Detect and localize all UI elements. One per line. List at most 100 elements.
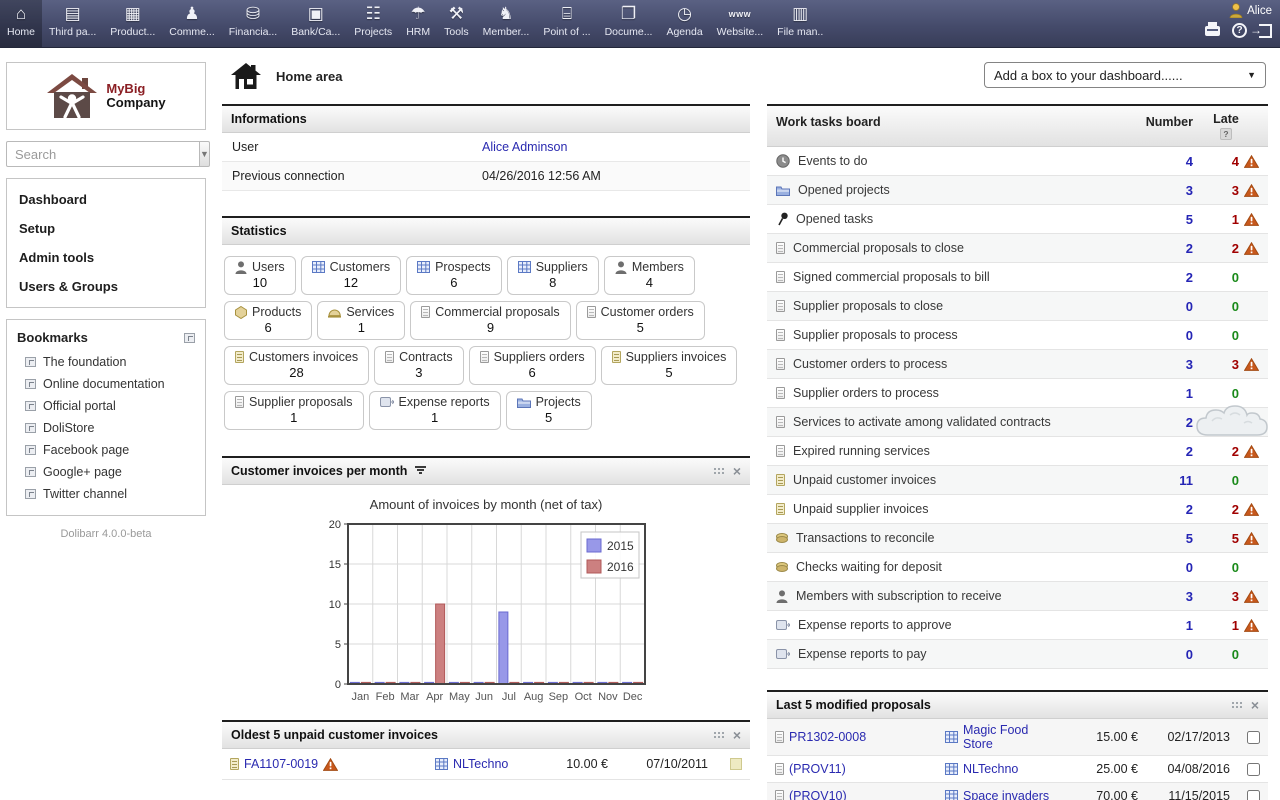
nav-item-third-pa-[interactable]: ▤Third pa... — [42, 0, 103, 47]
work-task-label[interactable]: Signed commercial proposals to bill — [776, 270, 1141, 284]
stat-box-suppliers-orders[interactable]: Suppliers orders6 — [469, 346, 596, 385]
work-task-number[interactable]: 2 — [1141, 241, 1193, 256]
work-task-label[interactable]: Unpaid customer invoices — [776, 473, 1141, 487]
nav-item-comme-[interactable]: ♟Comme... — [162, 0, 222, 47]
proposal-checkbox[interactable] — [1247, 790, 1260, 800]
stat-box-prospects[interactable]: Prospects6 — [406, 256, 502, 295]
work-task-label[interactable]: Expense reports to pay — [776, 647, 1141, 661]
help-icon[interactable]: ? — [1232, 23, 1247, 38]
proposal-ref-link[interactable]: (PROV11) — [789, 762, 846, 776]
nav-item-bank-ca-[interactable]: ▣Bank/Ca... — [284, 0, 347, 47]
bookmark-item[interactable]: The foundation — [15, 351, 197, 373]
work-task-number[interactable]: 3 — [1141, 183, 1193, 198]
stat-box-customers-invoices[interactable]: Customers invoices28 — [224, 346, 369, 385]
logout-icon[interactable] — [1259, 24, 1272, 38]
work-task-number[interactable]: 4 — [1141, 154, 1193, 169]
sidebar-item-setup[interactable]: Setup — [7, 214, 205, 243]
work-task-number[interactable]: 3 — [1141, 357, 1193, 372]
move-box-handle-icon[interactable] — [713, 731, 725, 740]
work-task-number[interactable]: 3 — [1141, 589, 1193, 604]
work-task-label[interactable]: Customer orders to process — [776, 357, 1141, 371]
work-task-label[interactable]: Checks waiting for deposit — [776, 560, 1141, 574]
nav-item-hrm[interactable]: ☂HRM — [399, 0, 437, 47]
nav-item-member-[interactable]: ♞Member... — [476, 0, 537, 47]
close-box-icon[interactable]: × — [733, 466, 741, 476]
stat-box-products[interactable]: Products6 — [224, 301, 312, 340]
nav-item-financia-[interactable]: ⛁Financia... — [222, 0, 284, 47]
stat-box-users[interactable]: Users10 — [224, 256, 296, 295]
stat-box-commercial-proposals[interactable]: Commercial proposals9 — [410, 301, 570, 340]
work-task-label[interactable]: Supplier orders to process — [776, 386, 1141, 400]
company-link[interactable]: Magic Food Store — [963, 723, 1058, 751]
stat-box-suppliers-invoices[interactable]: Suppliers invoices5 — [601, 346, 738, 385]
info-value[interactable]: Alice Adminson — [482, 140, 567, 154]
sidebar-item-admin-tools[interactable]: Admin tools — [7, 243, 205, 272]
nav-item-file-man-[interactable]: ▥File man.. — [770, 0, 830, 47]
stat-box-supplier-proposals[interactable]: Supplier proposals1 — [224, 391, 364, 430]
proposal-checkbox[interactable] — [1247, 731, 1260, 744]
work-task-number[interactable]: 1 — [1141, 618, 1193, 633]
work-task-number[interactable]: 2 — [1141, 415, 1193, 430]
printer-icon[interactable] — [1205, 26, 1220, 36]
work-task-label[interactable]: Commercial proposals to close — [776, 241, 1141, 255]
proposal-ref-link[interactable]: PR1302-0008 — [789, 730, 866, 744]
work-task-number[interactable]: 0 — [1141, 560, 1193, 575]
stat-box-expense-reports[interactable]: Expense reports1 — [369, 391, 501, 430]
search-input[interactable] — [6, 141, 200, 167]
filter-icon[interactable] — [415, 466, 426, 475]
work-task-number[interactable]: 0 — [1141, 647, 1193, 662]
stat-box-contracts[interactable]: Contracts3 — [374, 346, 464, 385]
bookmark-item[interactable]: Official portal — [15, 395, 197, 417]
stat-box-customer-orders[interactable]: Customer orders5 — [576, 301, 705, 340]
work-task-number[interactable]: 2 — [1141, 502, 1193, 517]
work-task-label[interactable]: Supplier proposals to process — [776, 328, 1141, 342]
work-task-number[interactable]: 2 — [1141, 270, 1193, 285]
nav-item-product-[interactable]: ▦Product... — [103, 0, 162, 47]
bookmark-item[interactable]: Twitter channel — [15, 483, 197, 505]
work-task-number[interactable]: 11 — [1141, 473, 1193, 488]
work-task-label[interactable]: Events to do — [776, 154, 1141, 168]
sidebar-item-dashboard[interactable]: Dashboard — [7, 185, 205, 214]
work-task-number[interactable]: 2 — [1141, 444, 1193, 459]
stat-box-suppliers[interactable]: Suppliers8 — [507, 256, 599, 295]
add-bookmark-icon[interactable] — [184, 333, 195, 343]
bookmark-item[interactable]: Online documentation — [15, 373, 197, 395]
work-task-label[interactable]: Services to activate among validated con… — [776, 415, 1141, 429]
logged-user[interactable]: Alice — [1229, 3, 1272, 18]
work-task-label[interactable]: Supplier proposals to close — [776, 299, 1141, 313]
invoice-ref-link[interactable]: FA1107-0019 — [244, 757, 318, 771]
search-dropdown-button[interactable]: ▼ — [200, 141, 210, 167]
bookmark-item[interactable]: Facebook page — [15, 439, 197, 461]
work-task-label[interactable]: Members with subscription to receive — [776, 589, 1141, 603]
work-task-label[interactable]: Expense reports to approve — [776, 618, 1141, 632]
nav-item-point-of-[interactable]: ⌸Point of ... — [536, 0, 597, 47]
stat-box-customers[interactable]: Customers12 — [301, 256, 401, 295]
bookmark-item[interactable]: DoliStore — [15, 417, 197, 439]
work-task-label[interactable]: Opened tasks — [776, 212, 1141, 226]
add-box-dropdown[interactable]: Add a box to your dashboard...... ▼ — [984, 62, 1266, 88]
work-task-label[interactable]: Opened projects — [776, 183, 1141, 197]
nav-item-website-[interactable]: wwwWebsite... — [710, 0, 771, 47]
work-task-label[interactable]: Transactions to reconcile — [776, 531, 1141, 545]
late-help-icon[interactable]: ? — [1220, 128, 1232, 140]
company-link[interactable]: NLTechno — [453, 757, 508, 771]
company-link[interactable]: NLTechno — [963, 762, 1018, 776]
stat-box-projects[interactable]: Projects5 — [506, 391, 592, 430]
close-box-icon[interactable]: × — [733, 730, 741, 740]
nav-item-projects[interactable]: ☷Projects — [347, 0, 399, 47]
work-task-label[interactable]: Expired running services — [776, 444, 1141, 458]
work-task-number[interactable]: 0 — [1141, 299, 1193, 314]
work-task-label[interactable]: Unpaid supplier invoices — [776, 502, 1141, 516]
company-link[interactable]: Space invaders — [963, 789, 1049, 800]
nav-item-home[interactable]: ⌂Home — [0, 0, 42, 47]
work-task-number[interactable]: 1 — [1141, 386, 1193, 401]
proposal-ref-link[interactable]: (PROV10) — [789, 789, 847, 800]
work-task-number[interactable]: 5 — [1141, 212, 1193, 227]
nav-item-docume-[interactable]: ❐Docume... — [598, 0, 660, 47]
stat-box-services[interactable]: Services1 — [317, 301, 405, 340]
move-box-handle-icon[interactable] — [713, 467, 725, 476]
proposal-checkbox[interactable] — [1247, 763, 1260, 776]
bookmark-item[interactable]: Google+ page — [15, 461, 197, 483]
move-box-handle-icon[interactable] — [1231, 701, 1243, 710]
work-task-number[interactable]: 5 — [1141, 531, 1193, 546]
